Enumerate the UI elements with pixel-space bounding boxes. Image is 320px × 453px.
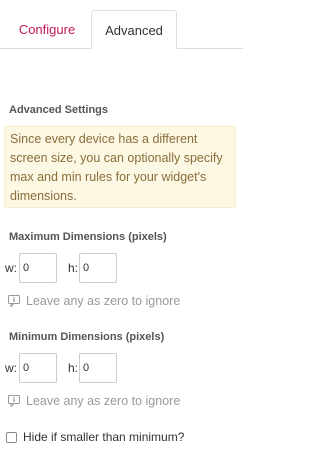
min-dimensions-hint: Leave any as zero to ignore xyxy=(8,394,180,408)
tab-bar: Configure Advanced xyxy=(0,0,243,50)
min-width-label: w: xyxy=(5,361,17,375)
max-height-input[interactable] xyxy=(79,253,117,283)
dimensions-notice: Since every device has a different scree… xyxy=(4,126,236,208)
hide-if-smaller-option[interactable]: Hide if smaller than minimum? xyxy=(6,430,184,444)
max-dimensions-hint: Leave any as zero to ignore xyxy=(8,294,180,308)
hide-if-smaller-checkbox[interactable] xyxy=(6,431,17,443)
info-tooltip-icon xyxy=(8,295,20,308)
max-dimensions-title: Maximum Dimensions (pixels) xyxy=(9,231,167,243)
max-width-input[interactable] xyxy=(19,253,57,283)
max-width-label: w: xyxy=(5,261,17,275)
tab-advanced[interactable]: Advanced xyxy=(91,10,177,49)
advanced-settings-title: Advanced Settings xyxy=(9,104,109,116)
max-hint-text: Leave any as zero to ignore xyxy=(26,294,181,308)
hide-if-smaller-label[interactable]: Hide if smaller than minimum? xyxy=(23,430,184,444)
info-tooltip-icon xyxy=(8,395,20,408)
min-height-input[interactable] xyxy=(79,353,117,383)
tab-configure[interactable]: Configure xyxy=(8,10,86,49)
min-width-input[interactable] xyxy=(19,353,57,383)
min-height-label: h: xyxy=(68,361,79,375)
max-height-label: h: xyxy=(68,261,79,275)
min-dimensions-title: Minimum Dimensions (pixels) xyxy=(9,331,165,343)
min-hint-text: Leave any as zero to ignore xyxy=(26,394,181,408)
